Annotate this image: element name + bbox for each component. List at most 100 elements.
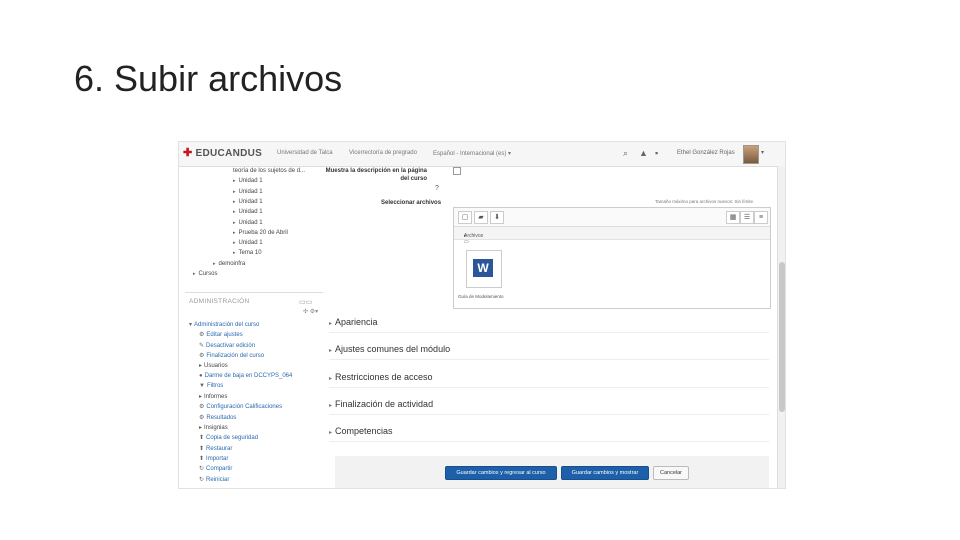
expand-icon[interactable]: ▸	[329, 403, 332, 409]
nav-universidad[interactable]: Universidad de Talca	[277, 150, 333, 156]
nav-vicerrectoria[interactable]: Vicerrectoría de pregrado	[349, 150, 417, 156]
dock-icon[interactable]: ▭▭	[299, 298, 312, 306]
section-label: Competencias	[335, 426, 393, 437]
tree-item[interactable]: ▸ Unidad 1	[233, 199, 263, 205]
section-header[interactable]: ▸ Ajustes comunes del módulo	[329, 344, 450, 354]
save-return-button[interactable]: Guardar cambios y regresar al curso	[445, 466, 557, 480]
tree-item[interactable]: teoría de los sujetos de d...	[233, 168, 305, 174]
admin-item[interactable]: ↻ Reiniciar	[199, 476, 229, 483]
expand-icon[interactable]: ▸	[329, 321, 332, 327]
folder-icon[interactable]: ▰	[474, 211, 488, 224]
tree-item-label: Unidad 1	[238, 240, 263, 247]
list-view-icon[interactable]: ☰	[740, 211, 754, 224]
section-header[interactable]: ▸ Restricciones de acceso	[329, 372, 433, 382]
tree-view-icon[interactable]: ≡	[754, 211, 768, 224]
admin-item[interactable]: ⚙ Configuración Calificaciones	[199, 403, 282, 410]
admin-item[interactable]: ⚙ Resultados	[199, 414, 236, 421]
word-file-icon[interactable]: W	[466, 250, 502, 288]
admin-item-icon: ↻	[199, 476, 205, 483]
tree-item-label: Unidad 1	[238, 198, 263, 205]
admin-item-icon: ⚙	[199, 352, 205, 359]
admin-item[interactable]: ● Darme de baja en DCCYPS_064	[199, 373, 292, 379]
admin-item[interactable]: ⚙ Finalización del curso	[199, 352, 264, 359]
section-label: Restricciones de acceso	[335, 371, 433, 382]
tree-item[interactable]: ▸ Unidad 1	[233, 220, 263, 226]
tree-item-label: Cursos	[198, 271, 218, 277]
expand-icon[interactable]: ▸	[329, 376, 332, 382]
tree-item[interactable]: ▸ Prueba 20 de Abril	[233, 230, 288, 236]
expand-icon[interactable]: ▸	[233, 178, 236, 184]
expand-icon[interactable]: ▸	[329, 348, 332, 354]
user-name[interactable]: Ethel González Rojas	[677, 150, 735, 156]
language-menu[interactable]: Español - Internacional (es) ▾	[433, 150, 511, 157]
expand-icon[interactable]: ▸	[213, 261, 216, 267]
grid-view-icon[interactable]: ▦	[726, 211, 740, 224]
tree-item[interactable]: ▸ Unidad 1	[233, 178, 263, 184]
admin-item-icon: ▾	[189, 322, 193, 328]
expand-icon[interactable]: ▸	[233, 220, 236, 226]
admin-item[interactable]: ⬆ Importar	[199, 455, 228, 462]
folder-name[interactable]: Archivos	[464, 233, 483, 239]
expand-icon[interactable]: ▸	[233, 240, 236, 246]
expand-icon[interactable]: ▸	[233, 209, 236, 215]
admin-item-icon: ⬆	[199, 455, 205, 462]
file-name[interactable]: Guía de Modelamiento	[458, 294, 504, 299]
cancel-button[interactable]: Cancelar	[653, 466, 689, 480]
file-picker: ▢ ▰ ⬇ ▦ ☰ ≡ ▸ ▭ Archivos W Guía de Model…	[453, 207, 771, 309]
expand-icon[interactable]: ▸	[233, 250, 236, 256]
admin-item[interactable]: ▸ Usuarios	[199, 362, 228, 369]
bell-icon[interactable]: ▲	[639, 148, 648, 158]
admin-item[interactable]: ✎ Desactivar edición	[199, 342, 255, 349]
admin-item[interactable]: ⬆ Copia de seguridad	[199, 434, 258, 441]
admin-item-label: Copia de seguridad	[206, 435, 259, 442]
admin-item[interactable]: ▸ Informes	[199, 393, 227, 400]
tree-item[interactable]: ▸ Cursos	[193, 271, 218, 277]
educandus-logo-icon: ✚	[183, 147, 193, 159]
admin-item[interactable]: ↻ Compartir	[199, 465, 232, 472]
tree-item[interactable]: ▸ Unidad 1	[233, 189, 263, 195]
scrollbar[interactable]	[777, 166, 785, 488]
section-header[interactable]: ▸ Finalización de actividad	[329, 399, 433, 409]
admin-item-label: Resultados	[206, 414, 237, 421]
download-icon[interactable]: ⬇	[490, 211, 504, 224]
brand-logo[interactable]: ✚ EDUCANDUS	[183, 146, 262, 159]
admin-item-label: Restaurar	[206, 445, 233, 452]
tree-item[interactable]: ▸ Tema 10	[233, 250, 262, 256]
tree-item[interactable]: ▸ Unidad 1	[233, 240, 263, 246]
admin-item-icon: ↻	[199, 466, 205, 473]
chat-icon[interactable]: ▪	[655, 148, 658, 158]
search-icon[interactable]: ⌕	[623, 148, 628, 159]
admin-item[interactable]: ▾ Administración del curso	[189, 321, 259, 328]
tree-item[interactable]: ▸ Unidad 1	[233, 209, 263, 215]
section-divider	[329, 386, 769, 388]
expand-icon[interactable]: ▸	[233, 189, 236, 195]
add-file-icon[interactable]: ▢	[458, 211, 472, 224]
files-label: Seleccionar archivos	[381, 200, 442, 206]
avatar[interactable]	[743, 145, 759, 164]
desc-checkbox[interactable]	[453, 167, 461, 175]
admin-item-icon: ▸	[199, 363, 203, 370]
tree-item-label: demoinfra	[218, 260, 246, 267]
section-divider	[329, 359, 769, 361]
sidebar: teoría de los sujetos de d... ▸ Unidad 1 ▸ U…	[185, 166, 323, 488]
save-show-button[interactable]: Guardar cambios y mostrar	[561, 466, 649, 480]
chevron-down-icon[interactable]: ▾	[761, 149, 764, 156]
admin-item[interactable]: ⬆ Restaurar	[199, 445, 232, 452]
admin-item-label: Finalización del curso	[206, 352, 265, 359]
admin-item[interactable]: ⚙ Editar ajustes	[199, 331, 243, 338]
admin-item[interactable]: ▸ Insignias	[199, 424, 228, 431]
tree-item[interactable]: ▸ demoinfra	[213, 261, 245, 267]
expand-icon[interactable]: ▸	[329, 430, 332, 436]
admin-item-label: Administración del curso	[194, 322, 260, 328]
admin-item-label: Importar	[206, 455, 229, 462]
section-header[interactable]: ▸ Apariencia	[329, 317, 378, 327]
scroll-thumb[interactable]	[779, 262, 785, 412]
admin-item-icon: ⚙	[199, 414, 205, 421]
admin-item[interactable]: ▼ Filtros	[199, 383, 223, 389]
expand-icon[interactable]: ▸	[193, 271, 196, 277]
help-icon[interactable]: ?	[435, 185, 439, 192]
expand-icon[interactable]: ▸	[233, 230, 236, 236]
gear-icon[interactable]: ✣ ⚙▾	[303, 308, 318, 315]
section-header[interactable]: ▸ Competencias	[329, 426, 393, 436]
expand-icon[interactable]: ▸	[233, 199, 236, 205]
